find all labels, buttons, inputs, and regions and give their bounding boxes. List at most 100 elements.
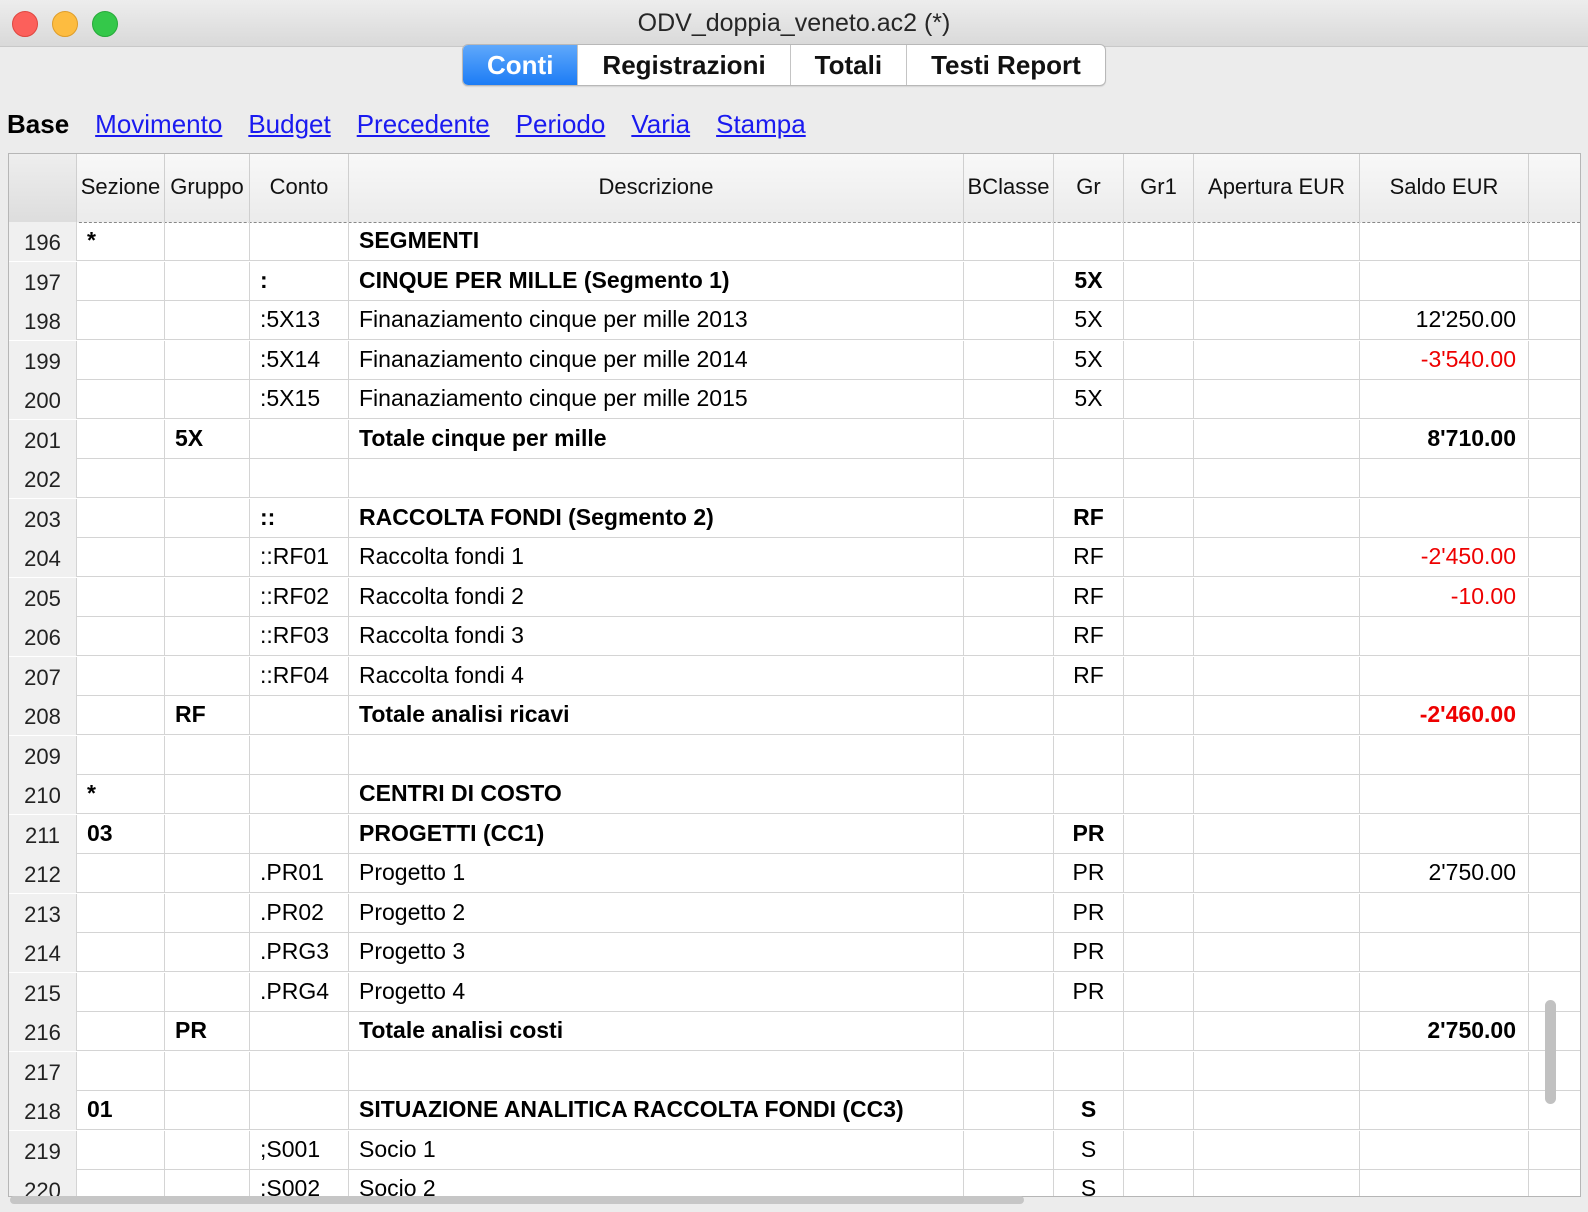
cell-gr1[interactable]	[1124, 340, 1194, 380]
table-row[interactable]: 201 5X Totale cinque per mille 8'710.00	[9, 419, 1580, 459]
cell-descr[interactable]	[349, 459, 964, 498]
cell-gruppo[interactable]	[165, 854, 250, 893]
cell-sezione[interactable]	[77, 735, 165, 775]
cell-conto[interactable]	[250, 222, 349, 261]
cell-gr1[interactable]	[1124, 854, 1194, 893]
cell-descr[interactable]: Socio 1	[349, 1130, 964, 1170]
cell-apertura[interactable]	[1194, 1130, 1360, 1170]
cell-descr[interactable]: Totale analisi ricavi	[349, 696, 964, 735]
cell-apertura[interactable]	[1194, 380, 1360, 419]
cell-apertura[interactable]	[1194, 933, 1360, 972]
cell-bclasse[interactable]	[964, 814, 1054, 854]
tab-totali[interactable]: Totali	[791, 45, 908, 85]
table-row[interactable]: 206::RF03 Raccolta fondi 3 RF	[9, 617, 1580, 656]
cell-apertura[interactable]	[1194, 222, 1360, 261]
cell-sezione[interactable]	[77, 1130, 165, 1170]
column-header-gr1[interactable]: Gr1	[1124, 154, 1194, 222]
cell-gr1[interactable]	[1124, 1170, 1194, 1196]
cell-conto[interactable]: :	[250, 261, 349, 301]
cell-gr[interactable]: RF	[1054, 577, 1124, 617]
cell-sezione[interactable]	[77, 538, 165, 577]
table-row[interactable]: 202	[9, 459, 1580, 498]
cell-conto[interactable]: ;S001	[250, 1130, 349, 1170]
cell-gr[interactable]: 5X	[1054, 261, 1124, 301]
cell-gr1[interactable]	[1124, 577, 1194, 617]
cell-conto[interactable]: ::RF01	[250, 538, 349, 577]
cell-bclasse[interactable]	[964, 498, 1054, 538]
cell-gruppo[interactable]	[165, 498, 250, 538]
cell-gr1[interactable]	[1124, 656, 1194, 696]
cell-conto[interactable]: :5X14	[250, 340, 349, 380]
table-row[interactable]: 199:5X14 Finanaziamento cinque per mille …	[9, 340, 1580, 380]
table-row[interactable]: 220 ;S002 Socio 2 S	[9, 1170, 1580, 1196]
cell-saldo[interactable]	[1360, 459, 1529, 498]
cell-gruppo[interactable]	[165, 735, 250, 775]
table-row[interactable]: 197: CINQUE PER MILLE (Segmento 1) 5X	[9, 261, 1580, 301]
cell-saldo[interactable]	[1360, 735, 1529, 775]
cell-bclasse[interactable]	[964, 577, 1054, 617]
cell-gr1[interactable]	[1124, 893, 1194, 933]
view-link-varia[interactable]: Varia	[631, 109, 690, 140]
cell-gr1[interactable]	[1124, 617, 1194, 656]
cell-saldo[interactable]: -2'460.00	[1360, 696, 1529, 735]
cell-gruppo[interactable]: RF	[165, 696, 250, 735]
cell-descr[interactable]: CINQUE PER MILLE (Segmento 1)	[349, 261, 964, 301]
cell-gr1[interactable]	[1124, 1130, 1194, 1170]
cell-gruppo[interactable]	[165, 1091, 250, 1130]
table-row[interactable]: 204::RF01 Raccolta fondi 1 RF -2'450.00	[9, 538, 1580, 577]
table-row[interactable]: 205::RF02 Raccolta fondi 2 RF -10.00	[9, 577, 1580, 617]
cell-bclasse[interactable]	[964, 1130, 1054, 1170]
cell-conto[interactable]	[250, 1091, 349, 1130]
cell-descr[interactable]: Progetto 2	[349, 893, 964, 933]
cell-descr[interactable]: Progetto 3	[349, 933, 964, 972]
cell-bclasse[interactable]	[964, 696, 1054, 735]
table-row[interactable]: 208 RF Totale analisi ricavi -2'460.00	[9, 696, 1580, 735]
cell-conto[interactable]: ::RF03	[250, 617, 349, 656]
table-row[interactable]: 196 * SEGMENTI	[9, 222, 1580, 261]
cell-conto[interactable]: .PRG3	[250, 933, 349, 972]
cell-gr1[interactable]	[1124, 222, 1194, 261]
cell-saldo[interactable]	[1360, 1091, 1529, 1130]
cell-descr[interactable]: Progetto 1	[349, 854, 964, 893]
cell-gr1[interactable]	[1124, 498, 1194, 538]
cell-gr1[interactable]	[1124, 814, 1194, 854]
cell-gr1[interactable]	[1124, 775, 1194, 814]
cell-conto[interactable]: :5X13	[250, 301, 349, 340]
table-row[interactable]: 213 .PR02 Progetto 2 PR	[9, 893, 1580, 933]
cell-descr[interactable]: Raccolta fondi 2	[349, 577, 964, 617]
cell-sezione[interactable]	[77, 301, 165, 340]
cell-apertura[interactable]	[1194, 617, 1360, 656]
cell-sezione[interactable]	[77, 340, 165, 380]
cell-apertura[interactable]	[1194, 1091, 1360, 1130]
cell-bclasse[interactable]	[964, 380, 1054, 419]
cell-saldo[interactable]	[1360, 498, 1529, 538]
column-header-descrizione[interactable]: Descrizione	[349, 154, 964, 222]
view-link-budget[interactable]: Budget	[248, 109, 330, 140]
cell-apertura[interactable]	[1194, 656, 1360, 696]
cell-gruppo[interactable]	[165, 656, 250, 696]
cell-gr[interactable]: RF	[1054, 538, 1124, 577]
cell-conto[interactable]	[250, 1012, 349, 1051]
cell-saldo[interactable]	[1360, 893, 1529, 933]
cell-bclasse[interactable]	[964, 972, 1054, 1012]
table-row[interactable]: 212 .PR01 Progetto 1 PR 2'750.00	[9, 854, 1580, 893]
cell-conto[interactable]	[250, 735, 349, 775]
table-row[interactable]: 207::RF04 Raccolta fondi 4 RF	[9, 656, 1580, 696]
column-header-sezione[interactable]: Sezione	[77, 154, 165, 222]
cell-gr[interactable]	[1054, 1051, 1124, 1091]
cell-apertura[interactable]	[1194, 735, 1360, 775]
cell-sezione[interactable]	[77, 1051, 165, 1091]
cell-descr[interactable]: Totale cinque per mille	[349, 419, 964, 459]
cell-sezione[interactable]: *	[77, 222, 165, 261]
cell-descr[interactable]: Progetto 4	[349, 972, 964, 1012]
table-row[interactable]: 198:5X13 Finanaziamento cinque per mille …	[9, 301, 1580, 340]
cell-saldo[interactable]	[1360, 933, 1529, 972]
cell-descr[interactable]: Raccolta fondi 1	[349, 538, 964, 577]
cell-sezione[interactable]: 01	[77, 1091, 165, 1130]
cell-gr1[interactable]	[1124, 735, 1194, 775]
cell-gr[interactable]: S	[1054, 1170, 1124, 1196]
cell-gr[interactable]: PR	[1054, 893, 1124, 933]
cell-gr[interactable]: S	[1054, 1130, 1124, 1170]
cell-descr[interactable]: Finanaziamento cinque per mille 2015	[349, 380, 964, 419]
tab-registrazioni[interactable]: Registrazioni	[578, 45, 791, 85]
